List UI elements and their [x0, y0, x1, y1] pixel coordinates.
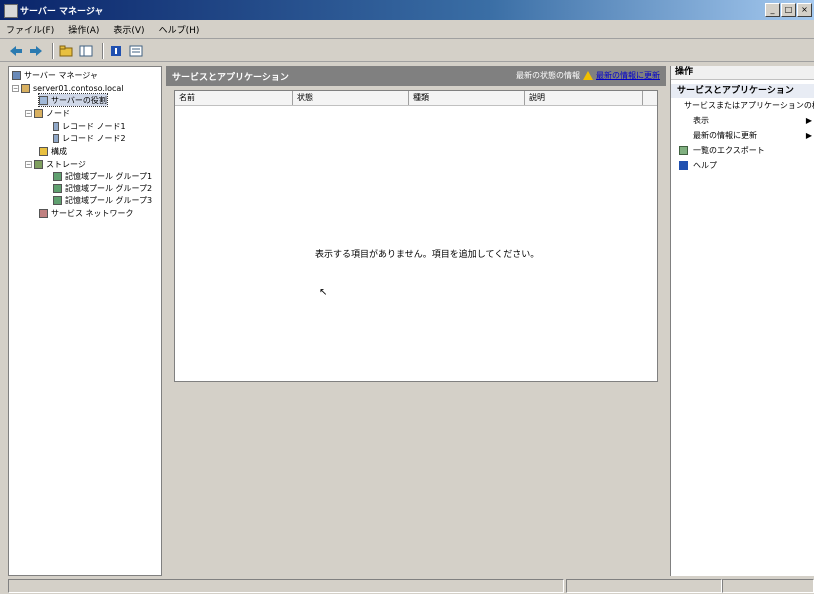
refresh-link[interactable]: 最新の情報に更新 [596, 70, 660, 81]
tree-item-label: 記憶域プール グループ1 [65, 171, 153, 181]
tree-item[interactable]: − ノード [25, 107, 70, 119]
action-refresh[interactable]: 最新の情報に更新 ▶ [671, 128, 814, 143]
tree-item-label: ノード [46, 108, 70, 118]
tree-root[interactable]: サーバー マネージャ [12, 69, 98, 81]
tree-item-label: レコード ノード2 [62, 133, 126, 143]
tree-item-label: 構成 [51, 146, 67, 156]
tree-item[interactable]: 記憶域プール グループ2 [53, 182, 152, 194]
status-panel [8, 579, 564, 593]
tree-item-label: ストレージ [46, 159, 86, 169]
toolbar-separator [102, 42, 104, 59]
action-export[interactable]: 一覧のエクスポート [671, 143, 814, 158]
tree-item-label: サービス ネットワーク [51, 208, 134, 218]
config-icon [39, 146, 48, 156]
storage-icon [53, 183, 62, 193]
submenu-arrow-icon: ▶ [805, 116, 812, 125]
details-header: サービスとアプリケーション 最新の状態の情報 最新の情報に更新 [166, 66, 666, 86]
storage-icon [53, 195, 62, 205]
column-header-type[interactable]: 種類 [409, 91, 525, 105]
action-label: 最新の情報に更新 [693, 131, 757, 140]
actions-header: 操作 [671, 66, 814, 80]
server-icon [21, 83, 30, 93]
tree-item-label: レコード ノード1 [62, 121, 126, 131]
actions-section-header[interactable]: サービスとアプリケーション [671, 84, 814, 98]
column-header-name[interactable]: 名前 [175, 91, 293, 105]
storage-icon [34, 159, 43, 169]
menu-view[interactable]: 表示(V) [113, 23, 144, 36]
action-label: ヘルプ [693, 161, 717, 170]
status-bar [8, 579, 814, 594]
tree-item-label: 記憶域プール グループ2 [65, 183, 153, 193]
server-manager-icon [4, 4, 18, 18]
status-panel [722, 579, 814, 593]
details-pane: サービスとアプリケーション 最新の状態の情報 最新の情報に更新 名前 状態 種類… [166, 66, 666, 576]
menu-action[interactable]: 操作(A) [68, 23, 99, 36]
menu-help[interactable]: ヘルプ(H) [159, 23, 200, 36]
help-icon[interactable] [108, 43, 124, 59]
action-configure[interactable]: サービスまたはアプリケーションの構成 [671, 98, 814, 113]
list-header: 名前 状態 種類 説明 [175, 91, 657, 106]
tree-item-label: 記憶域プール グループ3 [65, 195, 153, 205]
collapse-icon[interactable]: − [25, 160, 32, 168]
action-label: サービスまたはアプリケーションの構成 [684, 101, 814, 110]
minimize-button[interactable]: _ [765, 3, 780, 17]
console-tree: サーバー マネージャ − server01.contoso.local サーバー… [8, 66, 162, 576]
mouse-cursor-icon: ↖ [319, 287, 328, 298]
details-status-area: 最新の状態の情報 最新の情報に更新 [516, 70, 660, 81]
properties-icon[interactable] [128, 43, 144, 59]
window-title: サーバー マネージャ [20, 7, 104, 17]
storage-icon [53, 171, 62, 181]
collapse-icon[interactable]: − [25, 109, 32, 117]
tree-item[interactable]: レコード ノード2 [53, 132, 126, 144]
column-header-status[interactable]: 状態 [293, 91, 409, 105]
toolbar-separator [52, 42, 54, 59]
list-view[interactable]: 名前 状態 種類 説明 表示する項目がありません。項目を追加してください。 ↖ [174, 90, 658, 382]
tree-item[interactable]: サービス ネットワーク [39, 207, 134, 219]
roles-icon [39, 95, 48, 105]
tree-item[interactable]: 記憶域プール グループ3 [53, 194, 152, 206]
action-help[interactable]: ヘルプ [671, 158, 814, 173]
status-panel [566, 579, 722, 593]
toolbar [0, 40, 814, 62]
title-bar: サーバー マネージャ _ □ × [0, 0, 814, 20]
console-tree-icon[interactable] [78, 43, 94, 59]
action-label: 表示 [693, 116, 709, 125]
maximize-button[interactable]: □ [781, 3, 796, 17]
network-icon [39, 208, 48, 218]
column-header-description[interactable]: 説明 [525, 91, 643, 105]
menu-file[interactable]: ファイル(F) [6, 23, 54, 36]
collapse-icon[interactable]: − [12, 84, 19, 92]
action-label: 一覧のエクスポート [693, 146, 765, 155]
forward-arrow-icon[interactable] [28, 43, 44, 59]
details-title: サービスとアプリケーション [172, 72, 289, 83]
tree-item[interactable]: − ストレージ [25, 158, 86, 170]
menu-bar: ファイル(F) 操作(A) 表示(V) ヘルプ(H) [0, 21, 814, 39]
tree-item[interactable]: サーバーの役割 [38, 93, 108, 107]
tree-server[interactable]: − server01.contoso.local [12, 82, 124, 94]
tree-item[interactable]: 記憶域プール グループ1 [53, 170, 152, 182]
action-view[interactable]: 表示 ▶ [671, 113, 814, 128]
tree-item[interactable]: 構成 [39, 145, 67, 157]
details-status: 最新の状態の情報 [516, 71, 580, 80]
record-icon [53, 133, 59, 143]
actions-pane: 操作 サービスとアプリケーション サービスまたはアプリケーションの構成 表示 ▶… [670, 66, 814, 576]
back-arrow-icon[interactable] [8, 43, 24, 59]
node-icon [34, 108, 43, 118]
help-icon [679, 161, 688, 170]
export-icon [679, 146, 688, 155]
record-icon [53, 121, 59, 131]
window-controls: _ □ × [765, 3, 812, 17]
tree-server-label: server01.contoso.local [33, 83, 124, 93]
folder-up-icon[interactable] [58, 43, 74, 59]
submenu-arrow-icon: ▶ [805, 131, 812, 140]
empty-message: 表示する項目がありません。項目を追加してください。 [315, 250, 540, 260]
tree-item-label: サーバーの役割 [51, 95, 107, 105]
warning-icon [583, 71, 593, 80]
close-button[interactable]: × [797, 3, 812, 17]
tree-item[interactable]: レコード ノード1 [53, 120, 126, 132]
server-manager-icon [12, 70, 21, 80]
actions-section-label: サービスとアプリケーション [677, 86, 794, 96]
tree-root-label: サーバー マネージャ [24, 70, 98, 80]
